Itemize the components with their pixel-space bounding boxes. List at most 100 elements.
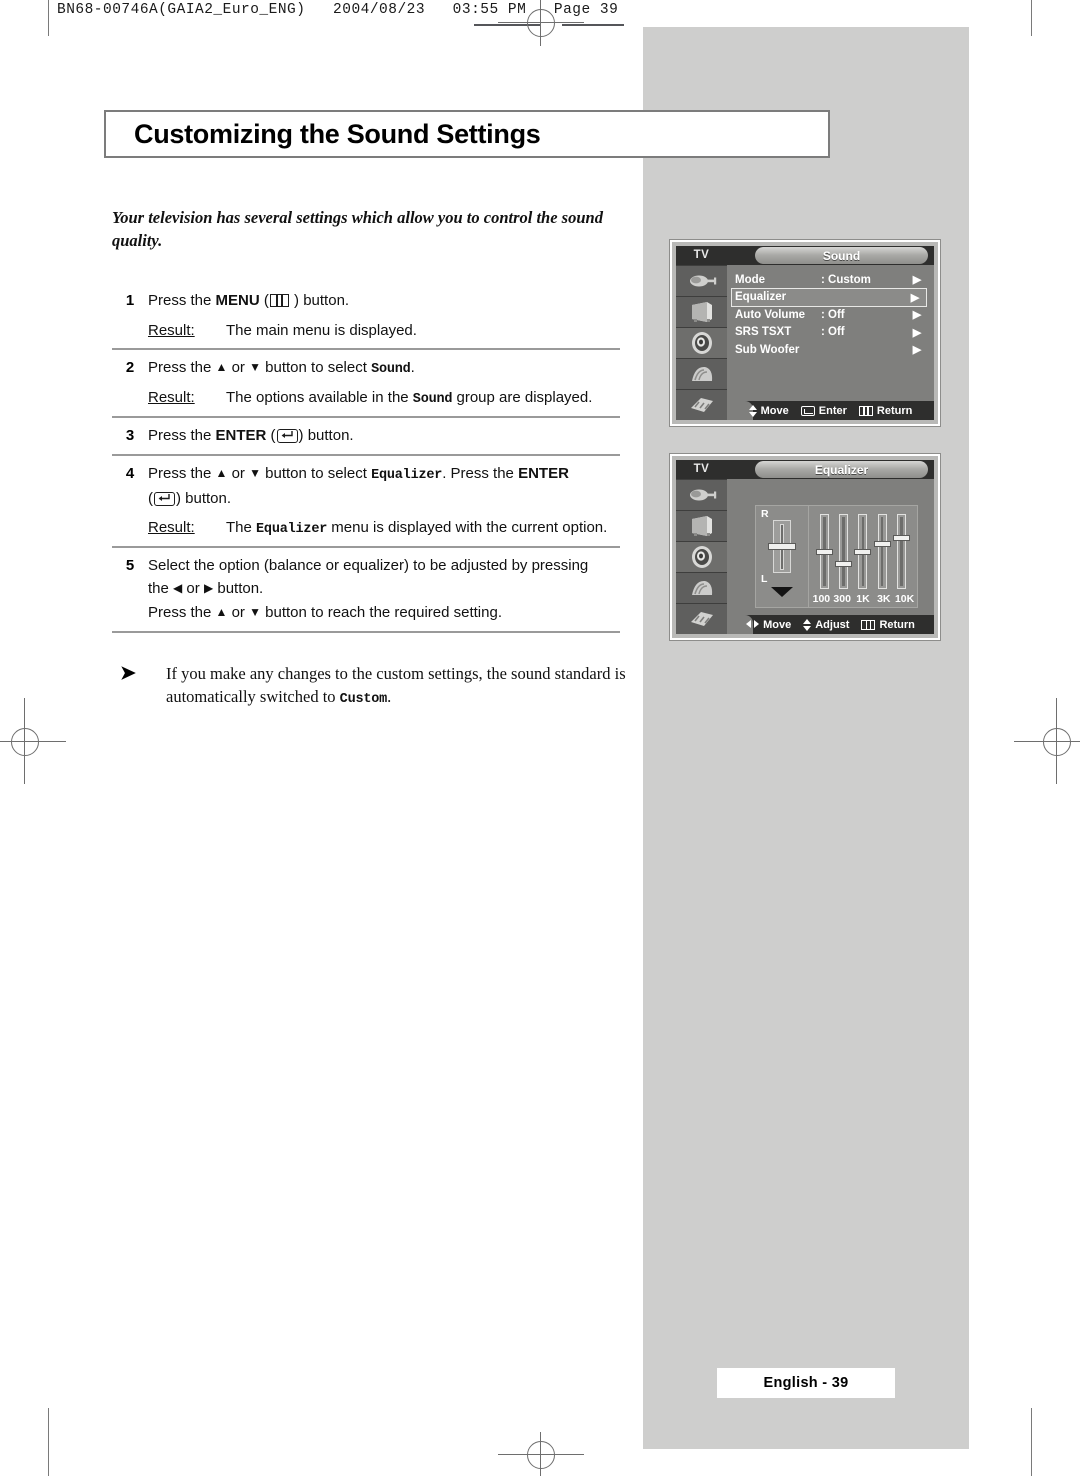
menu-row-equalizer[interactable]: Equalizer ▶	[731, 287, 927, 307]
nav-enter[interactable]: Enter	[800, 404, 847, 417]
page-edge-bottom-left	[48, 1408, 49, 1476]
step5-line2-c: button.	[213, 580, 264, 598]
right-arrow-icon: ▶	[912, 274, 922, 287]
balance-label-right: R	[761, 508, 769, 520]
down-arrow-icon: ▼	[249, 604, 261, 619]
balance-control[interactable]: R L	[756, 506, 809, 607]
menu-row-sub-woofer[interactable]: Sub Woofer ▶	[735, 341, 928, 359]
equalizer-bands: 100 300 1K 3K 10K	[809, 506, 917, 607]
osd-sound-menu: TV Sound Mode : Custom ▶ Equalizer ▶ Aut…	[670, 240, 940, 426]
note-bullet-icon: ➤	[120, 663, 136, 684]
nav-label: Adjust	[815, 618, 850, 631]
osd-sound-body: Mode : Custom ▶ Equalizer ▶ Auto Volume …	[727, 265, 934, 420]
osd-tv-label: TV	[676, 246, 727, 265]
osd-equalizer-icon-rail: TV	[676, 460, 727, 634]
menu-row-auto-volume[interactable]: Auto Volume : Off ▶	[735, 306, 928, 324]
result-label: Result:	[148, 519, 195, 537]
rail-icon-setup[interactable]	[676, 358, 727, 389]
eq-band-thumb[interactable]	[816, 548, 834, 555]
sound-keyword: Sound	[412, 392, 453, 408]
menu-icon	[269, 294, 289, 307]
nav-return[interactable]: Return	[861, 619, 915, 631]
eq-band-100[interactable]	[816, 514, 834, 589]
nav-adjust[interactable]: Adjust	[803, 618, 850, 631]
result-label: Result:	[148, 389, 195, 407]
rail-icon-input[interactable]	[676, 479, 727, 510]
rail-icon-picture[interactable]	[676, 510, 727, 541]
step-5: 5 Select the option (balance or equalize…	[112, 548, 620, 632]
eq-band-3k[interactable]	[873, 514, 891, 589]
sound-keyword: Sound	[371, 362, 411, 377]
nav-label: Enter	[818, 404, 847, 417]
rail-icon-sound[interactable]	[676, 327, 727, 358]
rail-icon-pip[interactable]	[676, 603, 727, 634]
row-value: : Off	[821, 326, 845, 339]
page-title-box: Customizing the Sound Settings	[104, 110, 830, 158]
osd-equalizer-titlebar: Equalizer	[727, 460, 934, 479]
left-right-arrow-icon	[746, 620, 760, 629]
balance-thumb[interactable]	[768, 543, 796, 550]
result-text: The options available in the Sound group…	[226, 389, 593, 408]
eq-band-track	[877, 514, 887, 589]
menu-row-mode[interactable]: Mode : Custom ▶	[735, 271, 928, 289]
right-arrow-icon: ▶	[203, 581, 214, 596]
eq-band-thumb[interactable]	[873, 541, 891, 547]
right-arrow-icon: ▶	[912, 326, 922, 339]
eq-band-1k[interactable]	[854, 514, 872, 589]
step2-pre: Press the	[148, 359, 216, 376]
nav-label: Return	[876, 404, 913, 417]
step1-text-b: (	[259, 292, 269, 309]
rail-icon-sound[interactable]	[676, 541, 727, 572]
menu-row-srs-tsxt[interactable]: SRS TSXT : Off ▶	[735, 324, 928, 342]
step3-text-a: Press the	[148, 426, 216, 444]
menu-icon	[861, 619, 876, 630]
up-arrow-icon: ▲	[215, 360, 228, 374]
osd-sound-navbar: Move Enter Return	[727, 401, 934, 420]
equalizer-keyword: Equalizer	[371, 468, 443, 484]
eq-band-label: 100	[812, 593, 831, 605]
step-divider	[112, 631, 620, 634]
step4-line2-b: ) button.	[176, 489, 232, 507]
eq-band-300[interactable]	[835, 514, 853, 589]
instruction-steps: 1 Press the MENU ( ) button. Result: The…	[112, 283, 620, 634]
result-text: The Equalizer menu is displayed with the…	[226, 519, 608, 538]
rail-icon-picture[interactable]	[676, 296, 727, 327]
osd-equalizer-menu: TV Equalizer R L 100 300 1K 3K 10K Move …	[670, 454, 940, 640]
osd-sound-icon-rail: TV	[676, 246, 727, 420]
down-arrow-icon: ▼	[249, 466, 261, 481]
equalizer-panel: R L 100 300 1K 3K 10K	[755, 505, 918, 608]
step5-line3-b: or	[227, 603, 250, 621]
page-title: Customizing the Sound Settings	[134, 118, 541, 149]
menu-icon	[858, 405, 873, 416]
step3-text-c: ) button.	[298, 426, 354, 444]
step2-end: .	[410, 359, 415, 376]
rail-icon-setup[interactable]	[676, 572, 727, 603]
down-arrow-icon: ▼	[249, 360, 261, 374]
nav-label: Move	[763, 618, 792, 631]
nav-move[interactable]: Move	[746, 619, 791, 631]
equalizer-keyword: Equalizer	[256, 522, 328, 538]
osd-tv-label: TV	[676, 460, 727, 479]
row-label: Equalizer	[735, 291, 787, 304]
eq-band-label: 10K	[894, 593, 915, 605]
page-edge-top-right	[1031, 0, 1032, 36]
eq-band-10k[interactable]	[892, 514, 910, 589]
eq-band-thumb[interactable]	[835, 561, 853, 568]
rail-icon-input[interactable]	[676, 265, 727, 296]
osd-equalizer-body: R L 100 300 1K 3K 10K	[727, 479, 934, 634]
nav-move[interactable]: Move	[748, 404, 789, 417]
right-arrow-icon: ▶	[910, 291, 920, 304]
rail-icon-pip[interactable]	[676, 389, 727, 420]
up-down-arrow-icon	[803, 618, 812, 631]
eq-band-thumb[interactable]	[892, 535, 910, 541]
header-rule-right	[562, 24, 624, 26]
step-2: 2 Press the ▲ or ▼ button to select Soun…	[112, 350, 620, 416]
row-value: : Off	[821, 308, 845, 321]
speaker-direction-icon	[770, 585, 794, 603]
step2-post: button to select	[261, 359, 372, 376]
nav-return[interactable]: Return	[858, 404, 913, 417]
step4-pre: Press the	[148, 465, 216, 483]
eq-band-thumb[interactable]	[854, 548, 872, 555]
eq-band-label: 300	[833, 593, 851, 605]
step-number: 1	[125, 292, 135, 309]
